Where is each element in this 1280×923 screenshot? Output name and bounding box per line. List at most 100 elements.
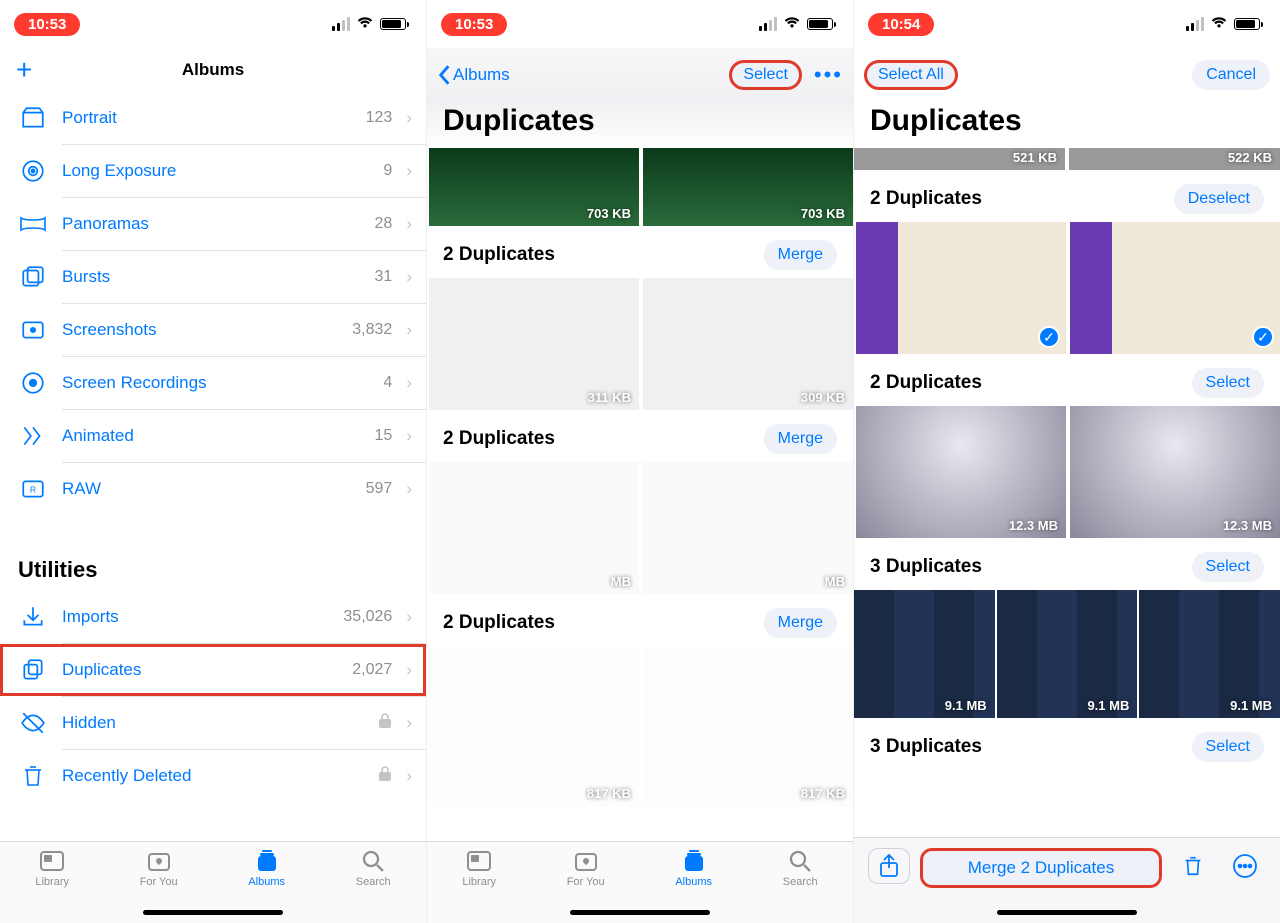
chevron-right-icon: › bbox=[406, 161, 412, 181]
thumbnail[interactable]: 9.1 MB bbox=[997, 590, 1138, 718]
wifi-icon bbox=[783, 15, 801, 34]
row-panoramas[interactable]: Panoramas 28 › bbox=[0, 198, 426, 250]
more-button[interactable]: ••• bbox=[814, 62, 843, 88]
screen-recording-icon bbox=[18, 370, 48, 396]
tab-albums[interactable]: Albums bbox=[248, 848, 285, 888]
chevron-right-icon: › bbox=[406, 214, 412, 234]
bursts-icon bbox=[18, 264, 48, 290]
phone-duplicates-browse: 10:53 Albums Select ••• Duplicates 703 K… bbox=[427, 0, 854, 923]
home-indicator[interactable] bbox=[570, 910, 710, 915]
group-title: 2 Duplicates bbox=[443, 612, 555, 634]
battery-icon bbox=[380, 18, 406, 30]
hidden-icon bbox=[18, 710, 48, 736]
chevron-right-icon: › bbox=[406, 108, 412, 128]
phone-albums: 10:53 + Albums Portrait 123 › Long Expos… bbox=[0, 0, 427, 923]
delete-button[interactable] bbox=[1172, 848, 1214, 884]
share-button[interactable] bbox=[868, 848, 910, 884]
group-title: 2 Duplicates bbox=[870, 188, 982, 210]
status-time-pill: 10:53 bbox=[14, 13, 80, 36]
home-indicator[interactable] bbox=[143, 910, 283, 915]
merge-button[interactable]: Merge bbox=[764, 608, 837, 638]
thumbnail[interactable]: ✓ bbox=[1070, 222, 1280, 354]
select-button[interactable]: Select bbox=[729, 60, 801, 90]
thumbnail[interactable]: MB bbox=[643, 462, 853, 594]
row-hidden[interactable]: Hidden › bbox=[0, 697, 426, 749]
thumbnail[interactable]: 522 KB bbox=[1069, 148, 1280, 170]
section-utilities: Utilities bbox=[0, 533, 426, 591]
more-button[interactable] bbox=[1224, 848, 1266, 884]
row-screen-recordings[interactable]: Screen Recordings 4 › bbox=[0, 357, 426, 409]
thumbnail[interactable]: 12.3 MB bbox=[1070, 406, 1280, 538]
deselect-button[interactable]: Deselect bbox=[1174, 184, 1264, 214]
add-button[interactable]: + bbox=[16, 56, 32, 84]
chevron-right-icon: › bbox=[406, 766, 412, 786]
tab-foryou[interactable]: For You bbox=[140, 848, 178, 888]
select-button[interactable]: Select bbox=[1192, 552, 1264, 582]
thumbnail[interactable]: 703 KB bbox=[643, 148, 853, 226]
page-title: Duplicates bbox=[854, 102, 1280, 148]
group-title: 3 Duplicates bbox=[870, 736, 982, 758]
merge-duplicates-button[interactable]: Merge 2 Duplicates bbox=[920, 848, 1162, 888]
battery-icon bbox=[1234, 18, 1260, 30]
chevron-right-icon: › bbox=[406, 607, 412, 627]
thumbnail[interactable]: ✓ bbox=[856, 222, 1066, 354]
tab-albums[interactable]: Albums bbox=[675, 848, 712, 888]
home-indicator[interactable] bbox=[997, 910, 1137, 915]
tab-library[interactable]: Library bbox=[35, 848, 69, 888]
chevron-right-icon: › bbox=[406, 373, 412, 393]
row-imports[interactable]: Imports 35,026 › bbox=[0, 591, 426, 643]
cancel-button[interactable]: Cancel bbox=[1192, 60, 1270, 90]
screenshot-icon bbox=[18, 317, 48, 343]
chevron-right-icon: › bbox=[406, 320, 412, 340]
tab-foryou[interactable]: For You bbox=[567, 848, 605, 888]
row-long-exposure[interactable]: Long Exposure 9 › bbox=[0, 145, 426, 197]
thumbnail[interactable]: 9.1 MB bbox=[854, 590, 995, 718]
panorama-icon bbox=[18, 214, 48, 234]
row-screenshots[interactable]: Screenshots 3,832 › bbox=[0, 304, 426, 356]
thumbnail[interactable]: 817 KB bbox=[429, 646, 639, 806]
thumbnail[interactable]: 12.3 MB bbox=[856, 406, 1066, 538]
tab-search[interactable]: Search bbox=[356, 848, 391, 888]
wifi-icon bbox=[356, 15, 374, 34]
action-bar: Merge 2 Duplicates bbox=[854, 837, 1280, 923]
status-time-pill: 10:54 bbox=[868, 13, 934, 36]
lock-icon bbox=[378, 766, 392, 787]
trash-icon bbox=[18, 763, 48, 789]
status-bar: 10:53 bbox=[0, 0, 426, 48]
cellular-icon bbox=[759, 17, 777, 31]
thumbnail[interactable]: 309 KB bbox=[643, 278, 853, 410]
select-button[interactable]: Select bbox=[1192, 732, 1264, 762]
thumbnail[interactable]: 9.1 MB bbox=[1139, 590, 1280, 718]
row-portrait[interactable]: Portrait 123 › bbox=[0, 92, 426, 144]
page-title: Duplicates bbox=[427, 102, 853, 148]
back-button[interactable]: Albums bbox=[437, 64, 510, 86]
checkmark-icon: ✓ bbox=[1038, 326, 1060, 348]
status-bar: 10:54 bbox=[854, 0, 1280, 48]
battery-icon bbox=[807, 18, 833, 30]
tab-search[interactable]: Search bbox=[783, 848, 818, 888]
select-button[interactable]: Select bbox=[1192, 368, 1264, 398]
thumbnail[interactable]: 817 KB bbox=[643, 646, 853, 806]
thumbnail[interactable]: 311 KB bbox=[429, 278, 639, 410]
thumbnail[interactable]: 521 KB bbox=[854, 148, 1065, 170]
tab-library[interactable]: Library bbox=[462, 848, 496, 888]
row-raw[interactable]: R RAW 597 › bbox=[0, 463, 426, 515]
thumbnail[interactable]: MB bbox=[429, 462, 639, 594]
row-animated[interactable]: Animated 15 › bbox=[0, 410, 426, 462]
row-duplicates[interactable]: Duplicates 2,027 › bbox=[0, 644, 426, 696]
row-recently-deleted[interactable]: Recently Deleted › bbox=[0, 750, 426, 802]
chevron-right-icon: › bbox=[406, 713, 412, 733]
cellular-icon bbox=[332, 17, 350, 31]
chevron-right-icon: › bbox=[406, 426, 412, 446]
raw-icon: R bbox=[18, 476, 48, 502]
nav-header: + Albums bbox=[0, 48, 426, 92]
row-bursts[interactable]: Bursts 31 › bbox=[0, 251, 426, 303]
tab-bar: Library For You Albums Search bbox=[427, 841, 853, 923]
chevron-right-icon: › bbox=[406, 660, 412, 680]
merge-button[interactable]: Merge bbox=[764, 424, 837, 454]
select-all-button[interactable]: Select All bbox=[864, 60, 958, 90]
merge-button[interactable]: Merge bbox=[764, 240, 837, 270]
thumbnail[interactable]: 703 KB bbox=[429, 148, 639, 226]
lock-icon bbox=[378, 713, 392, 734]
wifi-icon bbox=[1210, 15, 1228, 34]
